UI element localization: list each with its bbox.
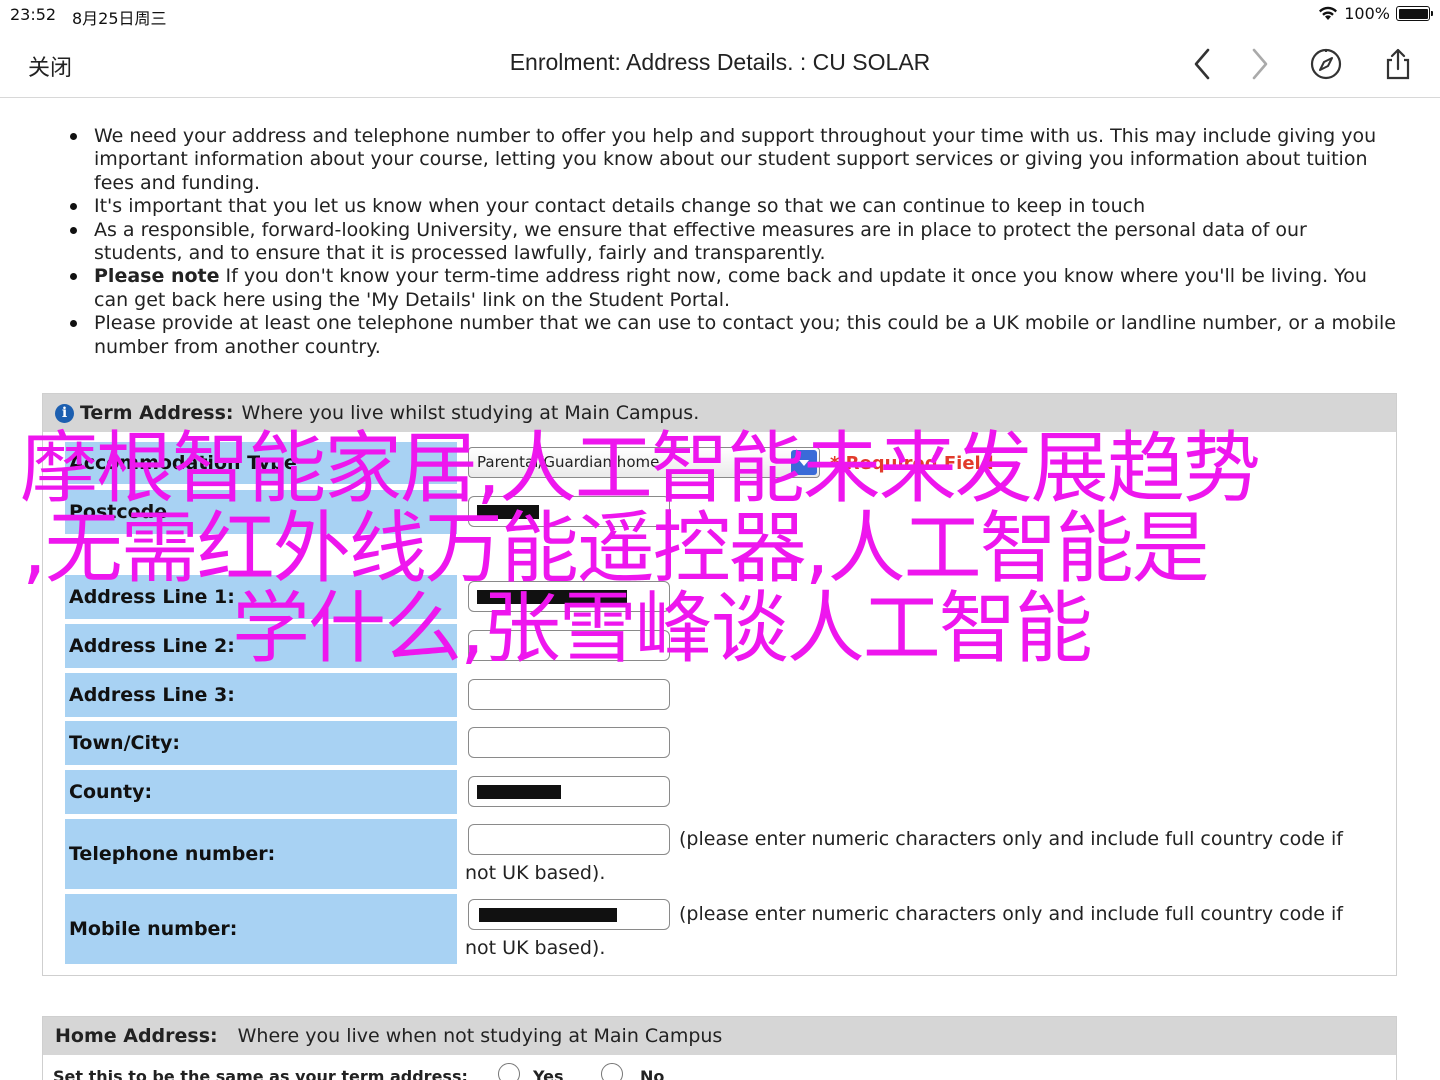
- postcode-row: Postcode: [65, 490, 1385, 534]
- address-line-3-row: Address Line 3:: [65, 673, 1385, 717]
- status-bar: 23:52 8月25日周三 100%: [0, 0, 1440, 28]
- home-address-title: Home Address:: [55, 1025, 218, 1047]
- address-line-1-label: Address Line 1:: [65, 575, 457, 619]
- status-right: 100%: [1318, 4, 1433, 23]
- share-button[interactable]: [1378, 44, 1418, 84]
- list-item: We need your address and telephone numbe…: [70, 125, 1400, 195]
- address-line-2-input[interactable]: [468, 630, 670, 661]
- address-line-2-label: Address Line 2:: [65, 624, 457, 668]
- same-as-term-label: Set this to be the same as your term add…: [53, 1067, 468, 1080]
- home-address-subtitle: Where you live when not studying at Main…: [237, 1025, 723, 1047]
- info-icon: i: [55, 403, 74, 423]
- accommodation-label: Accommodation Type: [65, 442, 457, 484]
- term-address-header: i Term Address: Where you live whilst st…: [43, 394, 1396, 432]
- telephone-hint: (please enter numeric characters only an…: [679, 828, 1343, 850]
- compass-button[interactable]: [1306, 44, 1346, 84]
- nav-bar: 关闭 Enrolment: Address Details. : CU SOLA…: [0, 28, 1440, 98]
- telephone-row: Telephone number: (please enter numeric …: [65, 819, 1385, 889]
- same-yes-label: Yes: [533, 1067, 564, 1080]
- battery-percent: 100%: [1344, 4, 1390, 23]
- term-address-panel: i Term Address: Where you live whilst st…: [42, 393, 1397, 976]
- address-line-1-input[interactable]: [468, 581, 670, 612]
- forward-button[interactable]: [1240, 44, 1280, 84]
- intro-list: We need your address and telephone numbe…: [70, 125, 1400, 359]
- town-row: Town/City:: [65, 721, 1385, 765]
- telephone-hint-cont: not UK based).: [465, 862, 606, 884]
- term-address-subtitle: Where you live whilst studying at Main C…: [241, 402, 700, 424]
- web-content: We need your address and telephone numbe…: [0, 99, 1440, 1080]
- battery-icon: [1396, 6, 1433, 21]
- status-date: 8月25日周三: [72, 9, 167, 28]
- mobile-hint-cont: not UK based).: [465, 937, 606, 959]
- town-label: Town/City:: [65, 721, 457, 765]
- telephone-label: Telephone number:: [65, 819, 457, 889]
- county-label: County:: [65, 770, 457, 814]
- telephone-input[interactable]: [468, 824, 670, 855]
- chevron-left-icon: [1194, 48, 1210, 80]
- please-note-label: Please note: [94, 265, 220, 288]
- please-note-text: If you don't know your term-time address…: [94, 265, 1367, 311]
- postcode-label: Postcode: [65, 490, 457, 534]
- mobile-input[interactable]: [468, 899, 670, 930]
- compass-icon: [1310, 48, 1342, 80]
- redacted-value: [477, 505, 539, 519]
- home-address-panel: Home Address: Where you live when not st…: [42, 1016, 1397, 1080]
- address-line-2-row: Address Line 2:: [65, 624, 1385, 668]
- chevron-right-icon: [1252, 48, 1268, 80]
- same-no-label: No: [640, 1067, 665, 1080]
- county-row: County:: [65, 770, 1385, 814]
- same-yes-radio[interactable]: [498, 1063, 520, 1080]
- list-item: Please provide at least one telephone nu…: [70, 312, 1400, 359]
- status-time: 23:52: [10, 5, 57, 24]
- postcode-input[interactable]: [468, 496, 670, 527]
- county-input[interactable]: [468, 776, 670, 807]
- back-button[interactable]: [1182, 44, 1222, 84]
- page-title: Enrolment: Address Details. : CU SOLAR: [509, 49, 931, 75]
- accommodation-row: Accommodation Type Parental/Guardian hom…: [65, 442, 1385, 484]
- share-icon: [1386, 48, 1410, 80]
- list-item: It's important that you let us know when…: [70, 195, 1400, 218]
- mobile-hint: (please enter numeric characters only an…: [679, 903, 1343, 925]
- redacted-value: [477, 590, 627, 604]
- address-line-1-row: Address Line 1:: [65, 575, 1385, 619]
- redacted-value: [479, 908, 617, 922]
- address-line-3-label: Address Line 3:: [65, 673, 457, 717]
- required-field-note: * Required Field: [830, 453, 994, 474]
- accommodation-select[interactable]: Parental/Guardian home: [468, 447, 820, 478]
- list-item: Please note If you don't know your term-…: [70, 265, 1400, 312]
- list-item: As a responsible, forward-looking Univer…: [70, 219, 1400, 266]
- wifi-icon: [1319, 6, 1338, 20]
- same-no-radio[interactable]: [601, 1063, 623, 1080]
- town-input[interactable]: [468, 727, 670, 758]
- accommodation-value: Parental/Guardian home: [477, 453, 660, 471]
- chevron-down-icon: [791, 450, 817, 475]
- mobile-label: Mobile number:: [65, 894, 457, 964]
- redacted-value: [477, 785, 561, 799]
- home-address-header: Home Address: Where you live when not st…: [43, 1017, 1396, 1055]
- mobile-row: Mobile number: (please enter numeric cha…: [65, 894, 1385, 964]
- address-line-3-input[interactable]: [468, 679, 670, 710]
- term-address-title: Term Address:: [80, 402, 234, 424]
